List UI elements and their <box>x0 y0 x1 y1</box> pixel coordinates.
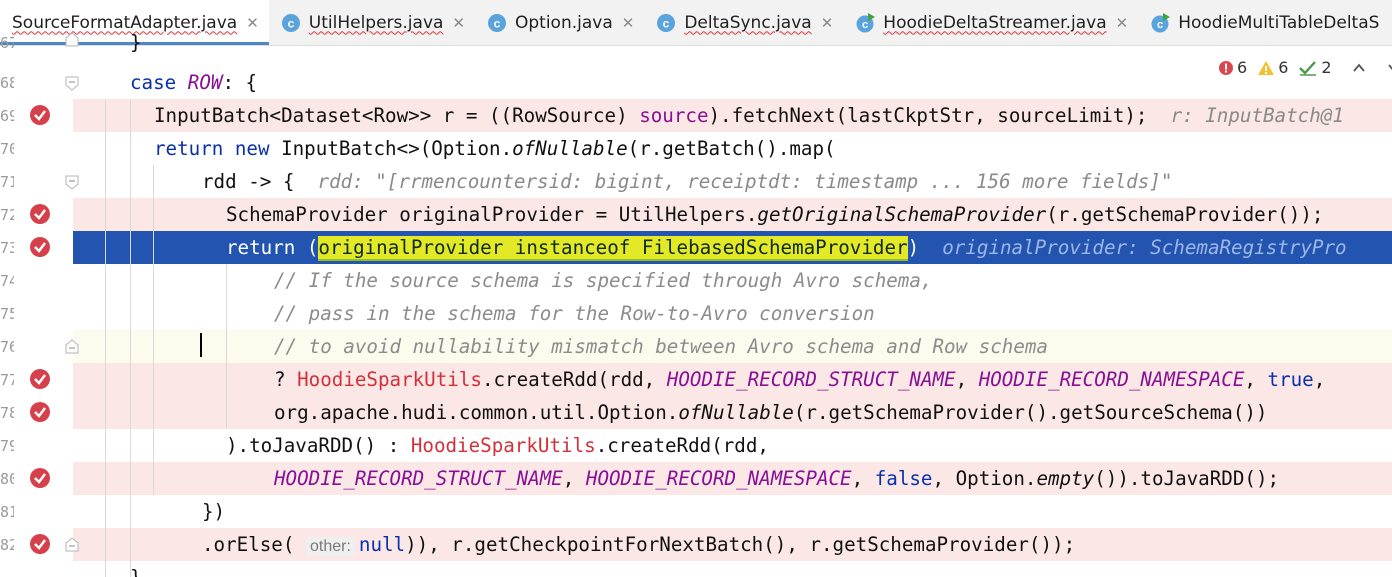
weak-warnings-count[interactable]: 2 <box>1298 58 1332 77</box>
code-line: InputBatch<Dataset<Row>> r = ((RowSource… <box>154 104 1344 127</box>
code-line: return new InputBatch<>(Option.ofNullabl… <box>154 137 836 160</box>
code-line: org.apache.hudi.common.util.Option.ofNul… <box>274 401 1268 424</box>
warnings-count[interactable]: 6 <box>1257 58 1288 77</box>
code-line: }) <box>202 500 226 523</box>
chevron-up-icon[interactable] <box>1352 61 1366 75</box>
comment-line: // to avoid nullability mismatch between… <box>274 335 1048 358</box>
code-line: } <box>130 561 142 577</box>
current-execution-line: return (originalProvider instanceof File… <box>226 236 1347 259</box>
code-line: rdd -> { rdd: "[rrmencountersid: bigint,… <box>202 170 1173 193</box>
code-line: ? HoodieSparkUtils.createRdd(rdd, HOODIE… <box>274 368 1326 391</box>
warning-icon <box>1258 60 1275 75</box>
inline-debug-value: r: InputBatch@1 <box>1170 104 1344 127</box>
comment-line: // pass in the schema for the Row-to-Avr… <box>274 302 875 325</box>
chevron-down-icon[interactable] <box>1387 61 1392 75</box>
code-line: ).toJavaRDD() : HoodieSparkUtils.createR… <box>226 434 769 457</box>
inline-debug-value: originalProvider: SchemaRegistryPro <box>942 236 1347 259</box>
code-line: } <box>130 31 142 54</box>
check-icon <box>1299 60 1317 76</box>
code-line: case ROW: { <box>130 71 258 94</box>
parameter-name-hint: other: <box>305 537 355 556</box>
error-icon <box>1219 60 1233 75</box>
ide-editor-window: SourceFormatAdapter.java ✕ c UtilHelpers… <box>0 0 1392 577</box>
comment-line: // If the source schema is specified thr… <box>274 269 933 292</box>
code-line: SchemaProvider originalProvider = UtilHe… <box>226 203 1324 226</box>
inspection-widget[interactable]: 6 6 2 <box>1218 58 1392 77</box>
text-caret <box>200 333 202 357</box>
evaluated-expression-highlight: originalProvider instanceof FilebasedSch… <box>318 236 908 259</box>
code-area[interactable]: } case ROW: { InputBatch<Dataset<Row>> r… <box>0 0 1392 577</box>
code-line: .orElse( other: null)), r.getCheckpointFo… <box>202 533 1076 556</box>
code-line: HOODIE_RECORD_STRUCT_NAME, HOODIE_RECORD… <box>274 467 1280 490</box>
inline-debug-value: rdd: "[rrmencountersid: bigint, receiptd… <box>317 170 1173 193</box>
errors-count[interactable]: 6 <box>1218 58 1247 77</box>
